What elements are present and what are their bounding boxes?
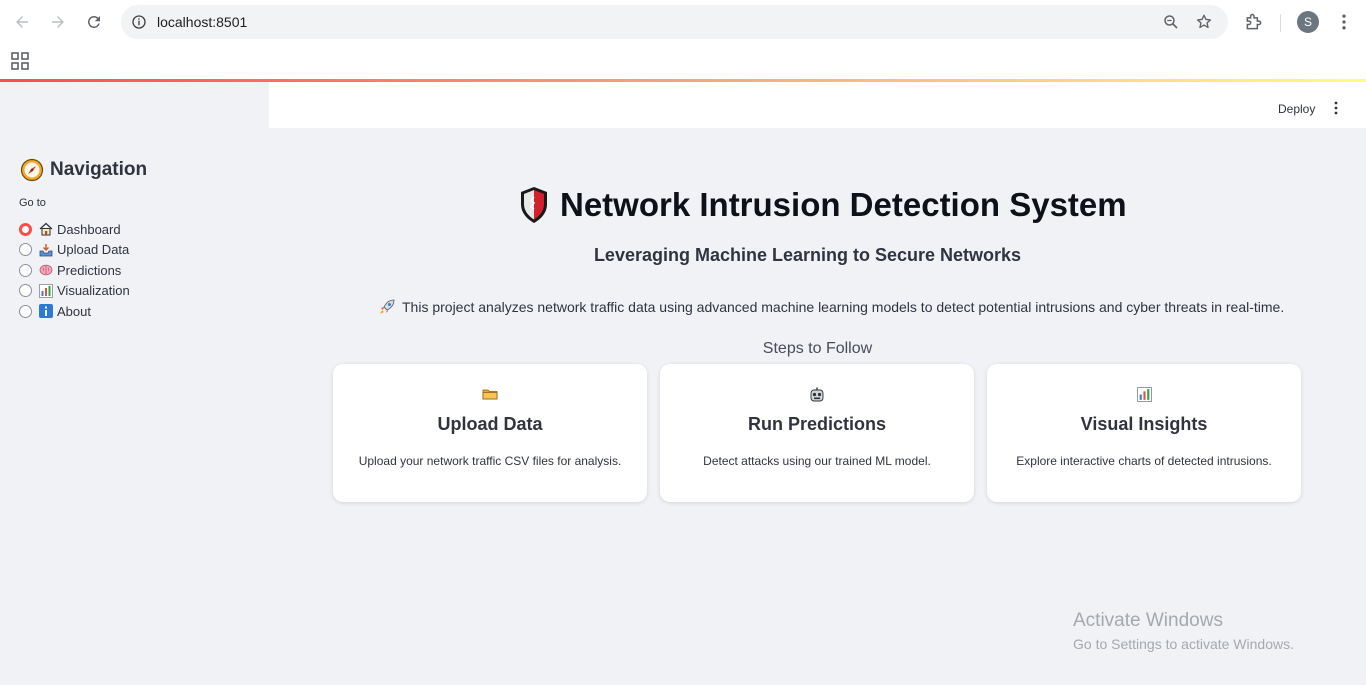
extensions-puzzle-icon[interactable] bbox=[1244, 12, 1264, 32]
robot-icon bbox=[660, 387, 974, 403]
step-card-insights: Visual Insights Explore interactive char… bbox=[987, 364, 1301, 502]
page-title: Network Intrusion Detection System bbox=[518, 185, 1127, 225]
step-card-predictions: Run Predictions Detect attacks using our… bbox=[660, 364, 974, 502]
nav-option-label: Upload Data bbox=[57, 242, 130, 258]
nav-option-about[interactable]: About bbox=[19, 301, 130, 322]
card-description: Detect attacks using our trained ML mode… bbox=[703, 454, 931, 468]
toolbar-separator bbox=[1280, 14, 1281, 32]
back-button[interactable] bbox=[8, 8, 36, 36]
radio-unselected[interactable] bbox=[19, 304, 32, 318]
radio-selected[interactable] bbox=[19, 222, 32, 236]
bar-chart-icon bbox=[987, 387, 1301, 403]
page-title-text: Network Intrusion Detection System bbox=[560, 186, 1127, 223]
browser-toolbar: localhost:8501 S bbox=[0, 0, 1366, 44]
card-title: Visual Insights bbox=[1080, 414, 1208, 434]
site-info-icon[interactable] bbox=[131, 14, 147, 30]
zoom-icon[interactable] bbox=[1162, 13, 1180, 31]
forward-arrow-icon bbox=[52, 16, 64, 28]
folder-icon bbox=[333, 387, 647, 403]
apps-grid-icon[interactable] bbox=[11, 52, 29, 70]
steps-heading: Steps to Follow bbox=[762, 340, 873, 357]
card-title: Run Predictions bbox=[747, 414, 886, 434]
deploy-button[interactable]: Deploy bbox=[1278, 102, 1315, 116]
house-icon bbox=[39, 222, 53, 236]
radio-unselected[interactable] bbox=[19, 243, 32, 257]
card-description: Explore interactive charts of detected i… bbox=[1016, 454, 1272, 468]
nav-option-label: Dashboard bbox=[57, 221, 121, 237]
radio-unselected[interactable] bbox=[19, 263, 32, 277]
card-description: Upload your network traffic CSV files fo… bbox=[358, 454, 622, 468]
radio-unselected[interactable] bbox=[19, 284, 32, 298]
nav-radio-group: Dashboard Upload Data Predictions Visual… bbox=[19, 219, 130, 322]
bookmarks-bar bbox=[0, 44, 1366, 79]
nav-option-dashboard[interactable]: Dashboard bbox=[19, 219, 130, 240]
nav-option-label: About bbox=[57, 303, 91, 319]
compass-icon bbox=[20, 158, 44, 182]
address-bar[interactable]: localhost:8501 bbox=[121, 5, 1228, 39]
nav-option-label: Predictions bbox=[57, 262, 122, 278]
sidebar-title: Navigation bbox=[20, 158, 147, 182]
step-card-upload: Upload Data Upload your network traffic … bbox=[333, 364, 647, 502]
url-text[interactable]: localhost:8501 bbox=[157, 14, 247, 30]
brain-icon bbox=[39, 263, 53, 277]
inbox-tray-icon bbox=[39, 243, 53, 257]
windows-watermark-subtitle: Go to Settings to activate Windows. bbox=[1073, 636, 1294, 652]
project-description-text: This project analyzes network traffic da… bbox=[402, 299, 1285, 315]
browser-menu-icon[interactable] bbox=[1334, 12, 1354, 32]
info-icon bbox=[39, 304, 53, 319]
rocket-icon bbox=[380, 299, 395, 314]
main-menu-icon[interactable] bbox=[1331, 100, 1341, 116]
windows-watermark-title: Activate Windows bbox=[1073, 610, 1223, 631]
nav-option-upload-data[interactable]: Upload Data bbox=[19, 240, 130, 261]
nav-option-label: Visualization bbox=[57, 283, 130, 299]
radio-group-label: Go to bbox=[19, 197, 46, 209]
nav-option-predictions[interactable]: Predictions bbox=[19, 260, 130, 281]
sidebar: Navigation Go to Dashboard Upload Data P… bbox=[0, 82, 269, 685]
card-title: Upload Data bbox=[437, 414, 543, 434]
reload-icon bbox=[87, 15, 100, 28]
forward-button[interactable] bbox=[44, 8, 72, 36]
back-arrow-icon bbox=[16, 16, 28, 28]
shield-icon bbox=[521, 187, 547, 223]
project-description: This project analyzes network traffic da… bbox=[378, 298, 1284, 316]
reload-button[interactable] bbox=[80, 8, 108, 36]
profile-avatar[interactable]: S bbox=[1297, 11, 1319, 33]
bar-chart-icon bbox=[39, 283, 53, 298]
nav-option-visualization[interactable]: Visualization bbox=[19, 281, 130, 302]
page-subtitle: Leveraging Machine Learning to Secure Ne… bbox=[593, 245, 1022, 265]
app-header: Deploy bbox=[269, 82, 1366, 128]
bookmark-star-icon[interactable] bbox=[1195, 13, 1213, 31]
sidebar-title-text: Navigation bbox=[50, 159, 148, 180]
